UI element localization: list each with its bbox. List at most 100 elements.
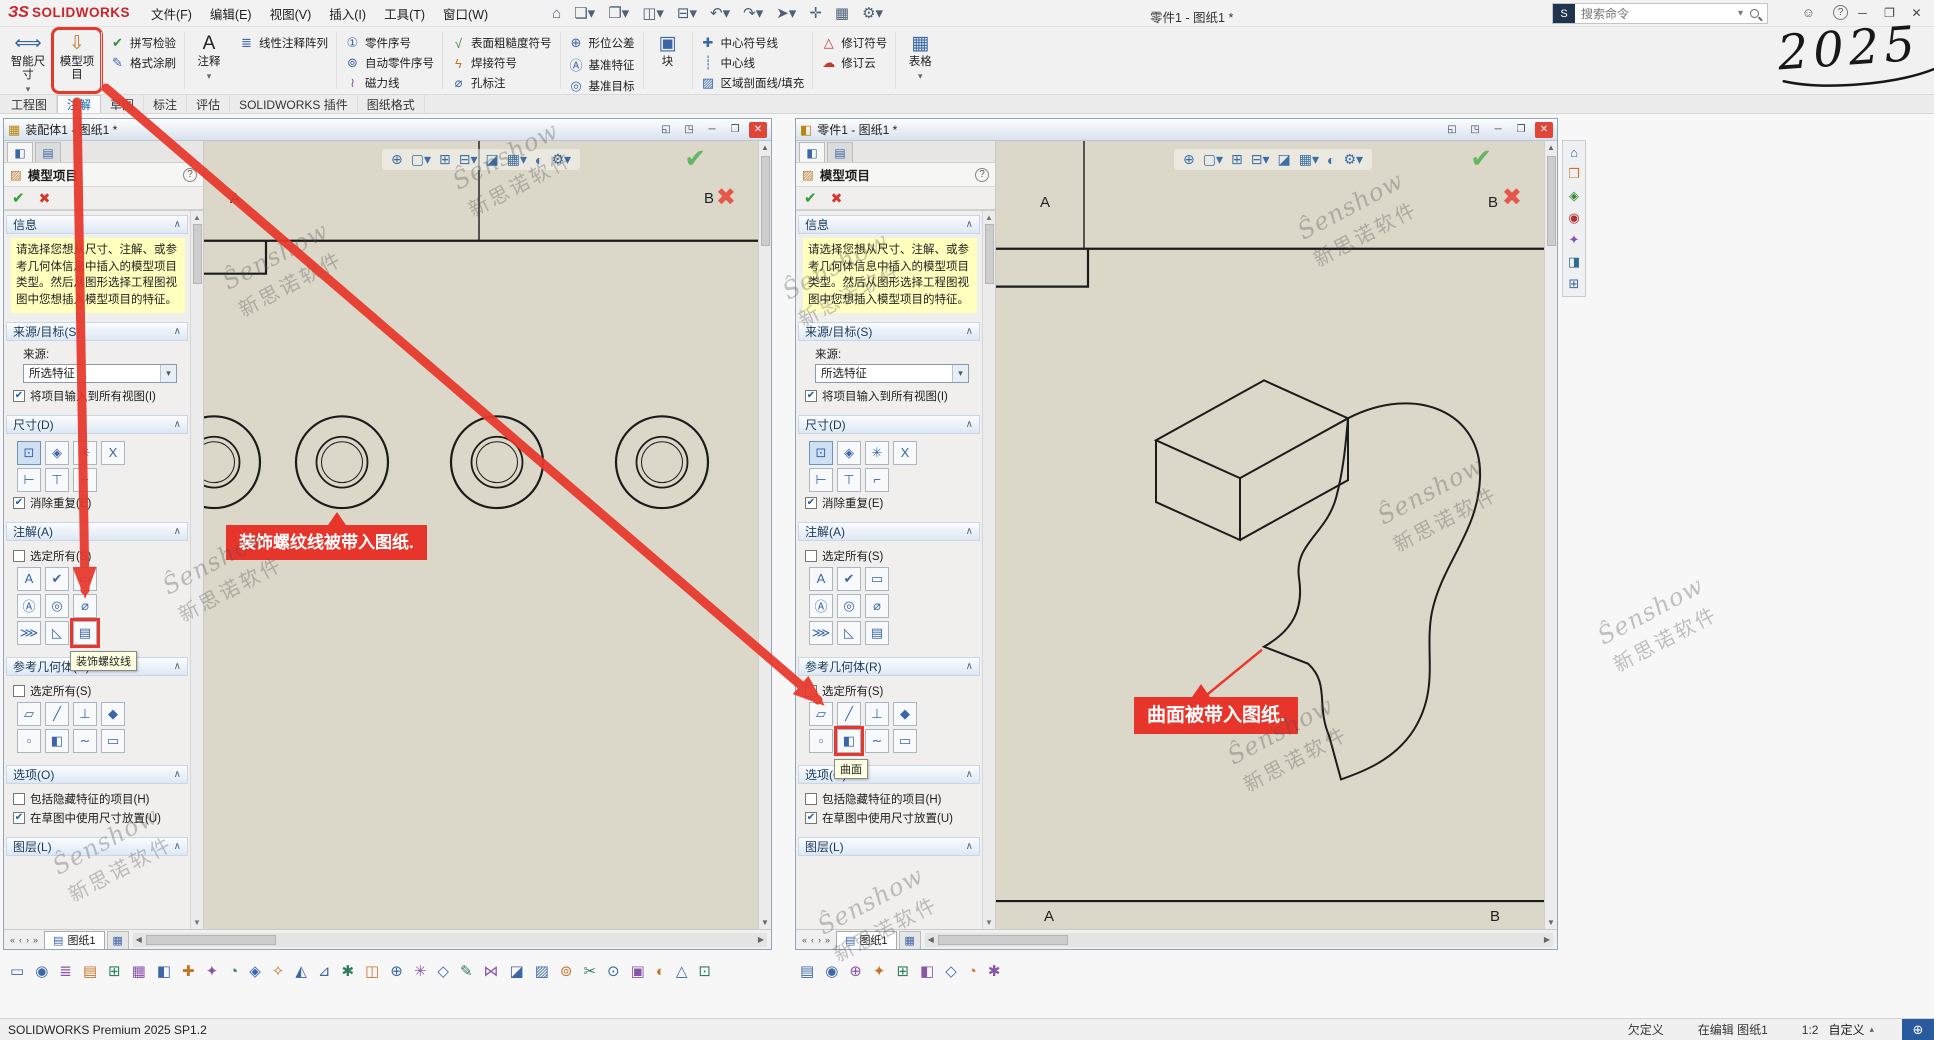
minimize-button[interactable]: ─ (703, 122, 721, 138)
toolbar-icon[interactable]: ⌂ (552, 5, 561, 22)
view-tool-icon[interactable]: ◐ (535, 152, 543, 168)
marked-dimensions-icon[interactable]: ⊡ (17, 441, 41, 465)
section-header-annotations[interactable]: 注解(A)∧ (798, 522, 980, 541)
smart-dimension-button[interactable]: ⟺ 智能尺寸 ▾ (5, 30, 51, 91)
ok-button[interactable]: ✔ (12, 189, 25, 207)
hole-callout-button[interactable]: ⌀孔标注 (451, 75, 552, 91)
toolbar-icon[interactable]: ◫ (365, 962, 379, 980)
scroll-up-icon[interactable]: ▲ (985, 213, 993, 222)
cancel-button[interactable]: ✖ (39, 190, 51, 207)
tab-evaluate[interactable]: 评估 (187, 95, 230, 113)
help-icon[interactable]: ? (1833, 5, 1848, 20)
toolbar-icon[interactable]: ◔ (229, 963, 238, 980)
toolbar-icon[interactable]: ◐ (656, 963, 665, 980)
toolbar-icon[interactable]: ✳ (414, 962, 427, 980)
propertymanager-tab[interactable]: ◧ (799, 142, 825, 162)
section-header-dimensions[interactable]: 尺寸(D)∧ (6, 415, 188, 434)
toolbar-icon[interactable]: ▭ (10, 962, 24, 980)
menu-item[interactable]: 编辑(E) (201, 0, 261, 28)
toleranced-dimensions-icon[interactable]: ⊢ (17, 468, 41, 492)
instance-count-icon[interactable]: ◈ (45, 441, 69, 465)
untoleranced-dimensions-icon[interactable]: ⊤ (45, 468, 69, 492)
scroll-down-icon[interactable]: ▼ (1545, 916, 1557, 929)
search-caret-icon[interactable]: ▾ (1733, 8, 1748, 19)
sheet-nav-icon[interactable]: « (10, 935, 15, 945)
panel-scrollbar[interactable]: ▲ ▼ (982, 211, 995, 929)
hole-wizard-profile-icon[interactable]: ✳ (73, 441, 97, 465)
toolbar-icon[interactable]: ❐▾ (608, 4, 629, 22)
eliminate-duplicates-checkbox[interactable]: ✔ (805, 497, 817, 509)
center-mark-button[interactable]: ✚中心符号线 (701, 35, 805, 51)
toolbar-icon[interactable]: ◭ (295, 962, 307, 980)
toolbar-icon[interactable]: ⊞ (896, 962, 909, 980)
datum-target-button[interactable]: ◎基准目标 (569, 78, 635, 94)
scroll-up-icon[interactable]: ▲ (1545, 141, 1557, 154)
datum-feature-icon[interactable]: Ⓐ (809, 594, 833, 618)
section-header-source[interactable]: 来源/目标(S)∧ (798, 322, 980, 341)
cosmetic-thread-icon[interactable]: ▤ 装饰螺纹线 (865, 621, 889, 645)
auto-balloon-button[interactable]: ⊚自动零件序号 (345, 55, 434, 71)
view-tool-icon[interactable]: ⊟▾ (1251, 151, 1270, 168)
tab-markup[interactable]: 标注 (144, 95, 187, 113)
sheet-nav-icon[interactable]: › (818, 935, 821, 945)
section-header-reference-geometry[interactable]: 参考几何体(R)∧ (798, 657, 980, 676)
origin-icon[interactable]: ▫ (809, 729, 833, 753)
section-header-options[interactable]: 选项(O)∧ (6, 765, 188, 784)
toolbar-icon[interactable]: ⊟▾ (677, 4, 697, 22)
section-header-annotations[interactable]: 注解(A)∧ (6, 522, 188, 541)
panel-scrollbar[interactable]: ▲ ▼ (190, 211, 203, 929)
import-into-all-views-checkbox[interactable]: ✔ (13, 390, 25, 402)
chevron-down-icon[interactable]: ▾ (952, 365, 968, 382)
tab-addins[interactable]: SOLIDWORKS 插件 (230, 95, 358, 113)
confirm-ok-icon[interactable]: ✔ (1470, 143, 1492, 174)
undock-icon[interactable]: ◳ (1466, 122, 1484, 138)
surface-finish-button[interactable]: √表面粗糙度符号 (451, 35, 552, 51)
geometric-tolerance-icon[interactable]: ▭ (865, 567, 889, 591)
revision-cloud-button[interactable]: ☁修订云 (821, 55, 887, 71)
select-all-annotations-checkbox[interactable] (805, 550, 817, 562)
web-status-icon[interactable]: ⊕ (1902, 1019, 1934, 1040)
toolbar-icon[interactable]: ▤ (83, 962, 97, 980)
surfaces-icon[interactable]: ◧ 曲面 (837, 729, 861, 753)
toolbar-icon[interactable]: ◈ (249, 962, 261, 980)
datum-target-icon[interactable]: ◎ (45, 594, 69, 618)
dock-icon[interactable]: ◱ (657, 122, 675, 138)
toolbar-icon[interactable]: ◇ (437, 962, 449, 980)
scroll-right-icon[interactable]: ▶ (1544, 935, 1550, 944)
surface-finish-icon[interactable]: ✔ (45, 567, 69, 591)
configuration-tab[interactable]: ▤ (35, 142, 61, 162)
select-all-refgeo-checkbox[interactable] (13, 685, 25, 697)
toolbar-icon[interactable]: ✚ (182, 962, 195, 980)
view-tool-icon[interactable]: ▢▾ (411, 151, 431, 168)
toolbar-icon[interactable]: ➤▾ (776, 4, 796, 22)
routing-points-icon[interactable]: ▭ (101, 729, 125, 753)
weld-symbol-button[interactable]: ϟ焊接符号 (451, 55, 552, 71)
user-account-icon[interactable]: ☺ (1802, 5, 1815, 20)
view-tool-icon[interactable]: ◐ (1327, 152, 1335, 168)
taskpane-icon[interactable]: ◈ (1569, 188, 1579, 204)
tables-button[interactable]: ▦ 表格 ▾ (897, 30, 943, 91)
revision-symbol-button[interactable]: △修订符号 (821, 35, 887, 51)
magnetic-line-button[interactable]: ≀磁力线 (345, 75, 434, 91)
close-button[interactable]: ✕ (1535, 122, 1553, 138)
custom-toggle[interactable]: 自定义 ▴ (1828, 1021, 1874, 1038)
scroll-up-icon[interactable]: ▲ (193, 213, 201, 222)
dual-dimensions-icon[interactable]: ⌐ (865, 468, 889, 492)
menu-item[interactable]: 文件(F) (142, 0, 201, 28)
menu-item[interactable]: 工具(T) (375, 0, 434, 28)
toolbar-icon[interactable]: ↷▾ (743, 4, 763, 22)
tab-annotation[interactable]: 注解 (57, 95, 101, 113)
cancel-button[interactable]: ✖ (831, 190, 843, 207)
ok-button[interactable]: ✔ (804, 189, 817, 207)
hole-wizard-location-icon[interactable]: X (101, 441, 125, 465)
datum-feature-button[interactable]: Ⓐ基准特征 (569, 55, 635, 74)
menu-item[interactable]: 插入(I) (320, 0, 375, 28)
toolbar-icon[interactable]: ❏▾ (574, 4, 595, 22)
scrollbar-thumb[interactable] (985, 224, 994, 284)
note-button[interactable]: A 注释 ▾ (186, 30, 232, 91)
cosmetic-thread-icon[interactable]: ▤ 装饰螺纹线 (73, 621, 97, 645)
help-icon[interactable]: ? (183, 168, 197, 182)
toolbar-icon[interactable]: ⊿ (318, 962, 331, 980)
section-header-info[interactable]: 信息∧ (798, 215, 980, 234)
taskpane-icon[interactable]: ⌂ (1570, 145, 1578, 160)
